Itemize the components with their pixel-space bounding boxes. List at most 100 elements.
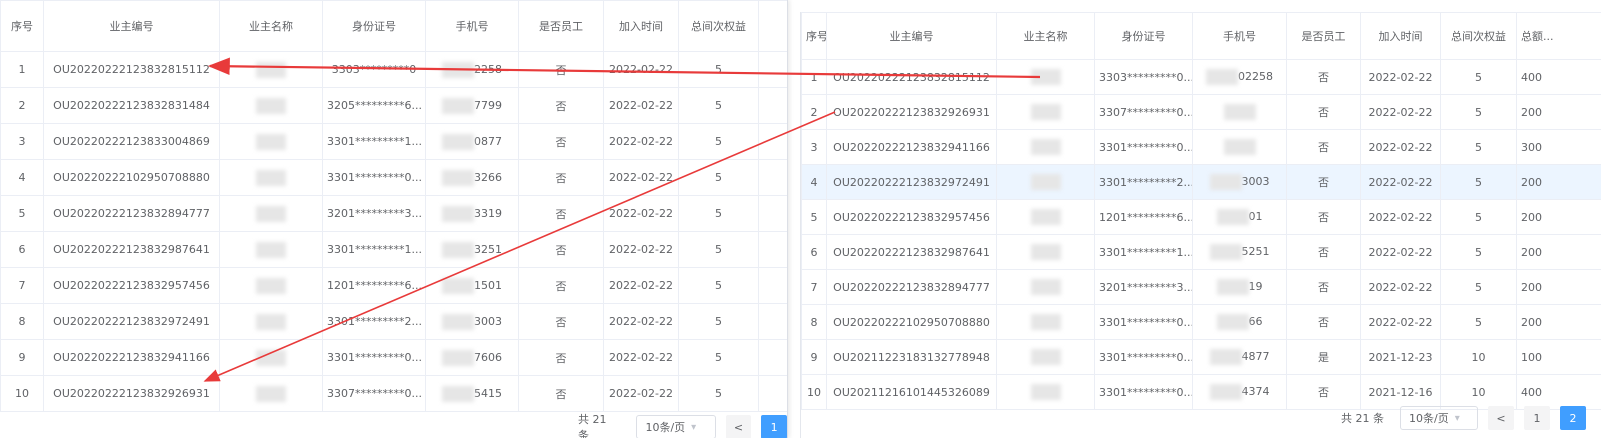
redacted-phone (1216, 279, 1249, 295)
row-total-rights: 5 (678, 267, 759, 304)
row-total-rights: 10 (1440, 339, 1517, 375)
row-owner-id: OU20220222123832987641 (826, 234, 997, 270)
row-owner-name (996, 129, 1095, 165)
row-seq: 5 (801, 199, 827, 235)
row-join-time: 2022-02-22 (1360, 199, 1441, 235)
row-extra (758, 231, 787, 268)
row-extra (758, 87, 787, 124)
row-owner-name (219, 87, 323, 124)
phone-tail: 01 (1248, 210, 1263, 223)
phone-tail: 7799 (474, 98, 502, 112)
table-row[interactable]: 9 OU20220222123832941166 3301*********0...… (0, 339, 787, 376)
row-seq: 2 (0, 87, 44, 124)
left-table-panel: 序号 业主编号 业主名称 身份证号 手机号 是否员工 加入时间 总间次权益 1O… (0, 0, 788, 438)
row-is-employee: 否 (518, 195, 604, 232)
row-extra (758, 51, 787, 88)
row-total-rights: 5 (678, 87, 759, 124)
redacted-phone (1209, 244, 1242, 260)
row-total-rights: 5 (678, 51, 759, 88)
redacted-name (1030, 104, 1061, 120)
table-row[interactable]: 2 OU20220222123832926931 3307*********0...… (801, 94, 1601, 130)
table-row[interactable]: 8 OU20220222102950708880 3301*********0...… (801, 304, 1601, 340)
row-is-employee: 是 (1286, 339, 1361, 375)
table-row[interactable]: 4 OU20220222102950708880 3301*********0...… (0, 159, 787, 196)
row-owner-name (996, 339, 1095, 375)
row-join-time: 2022-02-22 (1360, 59, 1441, 95)
table-row[interactable]: 4 OU20220222123832972491 3301*********2...… (801, 164, 1601, 200)
row-total-amount: 200 (1516, 234, 1601, 270)
row-owner-name (996, 164, 1095, 200)
col-owner-name: 业主名称 (996, 12, 1095, 60)
table-row[interactable]: 10 OU20220222123832926931 3307*********0..… (0, 375, 787, 412)
row-owner-name (996, 269, 1095, 305)
chevron-down-icon: ▾ (691, 421, 697, 433)
row-owner-name (219, 231, 323, 268)
prev-page-button[interactable]: < (1488, 406, 1514, 430)
row-id-card: 3301*********1... (322, 231, 426, 268)
row-owner-name (996, 94, 1095, 130)
phone-tail: 1501 (474, 278, 502, 292)
row-phone: 01 (1192, 199, 1287, 235)
table-row[interactable]: 5 OU20220222123832894777 3201*********3...… (0, 195, 787, 232)
page-2-button[interactable]: 2 (1560, 406, 1586, 430)
row-seq: 5 (0, 195, 44, 232)
redacted-phone (442, 277, 474, 294)
row-is-employee: 否 (1286, 164, 1361, 200)
redacted-phone (442, 385, 474, 402)
table-row[interactable]: 2 OU20220222123832831484 3205*********6...… (0, 87, 787, 124)
row-join-time: 2022-02-22 (603, 339, 679, 376)
row-seq: 3 (801, 129, 827, 165)
page-size-select[interactable]: 10条/页 ▾ (636, 415, 716, 438)
row-id-card: 3301*********0... (1094, 304, 1193, 340)
prev-page-button[interactable]: < (725, 415, 752, 438)
row-owner-name (996, 234, 1095, 270)
table-row[interactable]: 3 OU20220222123833004869 3301*********1...… (0, 123, 787, 160)
row-total-amount: 200 (1516, 304, 1601, 340)
row-seq: 9 (801, 339, 827, 375)
row-owner-name (219, 51, 323, 88)
row-seq: 10 (0, 375, 44, 412)
table-row[interactable]: 7 OU20220222123832894777 3201*********3...… (801, 269, 1601, 305)
row-id-card: 3301*********1... (1094, 234, 1193, 270)
table-row[interactable]: 5 OU20220222123832957456 1201*********6...… (801, 199, 1601, 235)
row-owner-name (219, 303, 323, 340)
table-row[interactable]: 3 OU20220222123832941166 3301*********0...… (801, 129, 1601, 165)
row-owner-id: OU20220222123832894777 (826, 269, 997, 305)
row-is-employee: 否 (1286, 129, 1361, 165)
page-size-select[interactable]: 10条/页 ▾ (1400, 406, 1478, 430)
table-row[interactable]: 1 OU20220222123832815112 3303*********0 225… (0, 51, 787, 88)
col-owner-name: 业主名称 (219, 0, 323, 52)
redacted-name (256, 313, 286, 330)
row-id-card: 1201*********6... (1094, 199, 1193, 235)
row-join-time: 2022-02-22 (1360, 94, 1441, 130)
col-id-card: 身份证号 (1094, 12, 1193, 60)
chevron-down-icon: ▾ (1454, 412, 1460, 424)
table-row[interactable]: 7 OU20220222123832957456 1201*********6...… (0, 267, 787, 304)
table-row[interactable]: 10 OU20211216101445326089 3301*********0..… (801, 374, 1601, 410)
row-is-employee: 否 (518, 123, 604, 160)
row-total-rights: 5 (1440, 234, 1517, 270)
row-seq: 4 (801, 164, 827, 200)
row-owner-name (219, 375, 323, 412)
redacted-name (256, 349, 286, 366)
row-id-card: 3201*********3... (322, 195, 426, 232)
table-row[interactable]: 6 OU20220222123832987641 3301*********1...… (0, 231, 787, 268)
row-total-rights: 5 (1440, 94, 1517, 130)
table-row[interactable]: 8 OU20220222123832972491 3301*********2...… (0, 303, 787, 340)
col-total-rights: 总间次权益 (1440, 12, 1517, 60)
page-1-button[interactable]: 1 (1524, 406, 1550, 430)
col-extra (758, 0, 787, 52)
table-row[interactable]: 9 OU20211223183132778948 3301*********0...… (801, 339, 1601, 375)
col-owner-id: 业主编号 (826, 12, 997, 60)
left-owner-table: 序号 业主编号 业主名称 身份证号 手机号 是否员工 加入时间 总间次权益 1O… (0, 0, 787, 412)
redacted-phone (442, 241, 474, 258)
redacted-phone (1209, 349, 1242, 365)
row-id-card: 3301*********1... (322, 123, 426, 160)
page-1-button[interactable]: 1 (761, 415, 787, 438)
row-owner-id: OU20220222123832941166 (826, 129, 997, 165)
redacted-name (1030, 69, 1061, 85)
table-row[interactable]: 1 OU20220222123832815112 3303*********0...… (801, 59, 1601, 95)
table-row[interactable]: 6 OU20220222123832987641 3301*********1...… (801, 234, 1601, 270)
row-join-time: 2021-12-16 (1360, 374, 1441, 410)
row-owner-id: OU20220222102950708880 (43, 159, 220, 196)
